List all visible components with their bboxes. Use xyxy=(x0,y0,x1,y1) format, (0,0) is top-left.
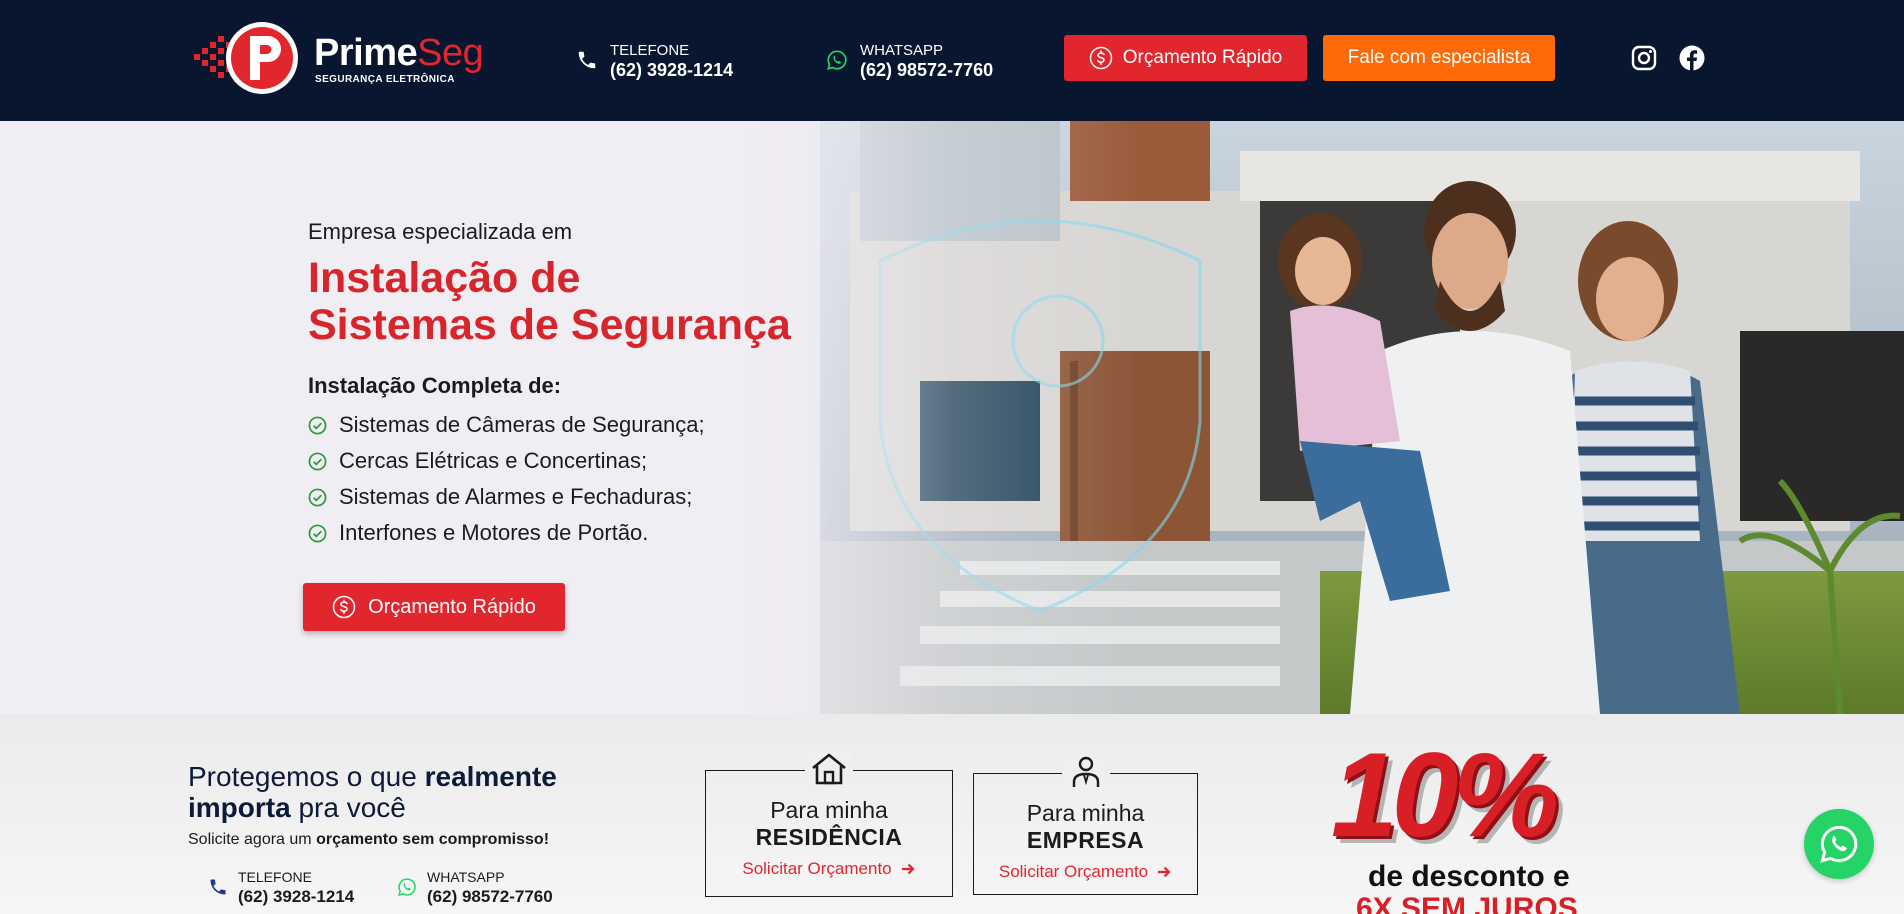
service-label: Cercas Elétricas e Concertinas; xyxy=(339,448,648,473)
hero-quote-label: Orçamento Rápido xyxy=(368,595,536,618)
strip-phone[interactable]: TELEFONE (62) 3928-1214 xyxy=(208,869,378,909)
whatsapp-icon xyxy=(398,878,416,896)
discount-line1: de desconto e xyxy=(1368,860,1570,893)
whatsapp-label: WHATSAPP xyxy=(860,42,944,59)
hero-subheading: Instalação Completa de: xyxy=(308,373,562,398)
whatsapp-float-button[interactable] xyxy=(1804,809,1874,879)
business-link-label: Solicitar Orçamento xyxy=(998,862,1149,881)
residence-link-label: Solicitar Orçamento xyxy=(742,859,892,878)
residence-icon-wrap xyxy=(805,751,853,787)
strip-whatsapp-label: WHATSAPP xyxy=(427,869,505,885)
specialist-label: Fale com especialista xyxy=(1347,47,1531,68)
business-icon-wrap xyxy=(1061,754,1110,790)
brand-name: PrimeSeg xyxy=(314,32,484,74)
strip-whatsapp[interactable]: WHATSAPP (62) 98572-7760 xyxy=(397,869,577,909)
strip-phone-number: (62) 3928-1214 xyxy=(238,887,355,906)
header-whatsapp[interactable]: WHATSAPP (62) 98572-7760 xyxy=(826,40,1006,82)
residence-card[interactable]: Para minha RESIDÊNCIA Solicitar Orçament… xyxy=(705,751,953,897)
header-phone[interactable]: TELEFONE (62) 3928-1214 xyxy=(576,40,756,82)
business-line1: Para minha xyxy=(1026,800,1145,826)
check-circle-icon xyxy=(308,524,327,543)
phone-icon xyxy=(578,51,596,69)
phone-number: (62) 3928-1214 xyxy=(610,60,734,80)
hero-kicker: Empresa especializada em xyxy=(308,219,573,244)
business-card[interactable]: Para minha EMPRESA Solicitar Orçamento xyxy=(973,754,1198,895)
residence-line1: Para minha xyxy=(770,797,888,823)
business-line2: EMPRESA xyxy=(1026,827,1145,853)
whatsapp-icon xyxy=(1820,825,1858,863)
headline-line-2: Sistemas de Segurança xyxy=(308,301,791,349)
headline-line-1: Instalação de xyxy=(308,254,581,302)
dollar-circle-icon xyxy=(1089,46,1113,70)
service-label: Sistemas de Alarmes e Fechaduras; xyxy=(339,484,693,509)
protect-text-a: Protegemos o que xyxy=(188,761,425,792)
whatsapp-number: (62) 98572-7760 xyxy=(860,60,994,80)
logo-mark-icon xyxy=(194,22,298,94)
protect-sub-b: orçamento sem compromisso! xyxy=(316,831,550,848)
arrow-right-icon xyxy=(901,863,915,875)
whatsapp-icon xyxy=(827,50,847,70)
list-item: Sistemas de Câmeras de Segurança; xyxy=(308,407,868,443)
protect-sub-a: Solicite agora um xyxy=(188,831,317,848)
strip-whatsapp-number: (62) 98572-7760 xyxy=(427,887,553,906)
list-item: Interfones e Motores de Portão. xyxy=(308,515,868,551)
hero-quote-button[interactable]: Orçamento Rápido xyxy=(303,583,565,631)
facebook-icon[interactable] xyxy=(1678,44,1706,72)
specialist-button[interactable]: Fale com especialista xyxy=(1323,35,1555,81)
strip-phone-label: TELEFONE xyxy=(238,869,312,885)
hero-copy: Empresa especializada em Instalação de S… xyxy=(308,219,868,551)
businessperson-icon xyxy=(1072,756,1099,787)
list-item: Sistemas de Alarmes e Fechaduras; xyxy=(308,479,868,515)
hero-banner: Empresa especializada em Instalação de S… xyxy=(0,121,1904,714)
phone-label: TELEFONE xyxy=(610,42,690,59)
residence-line2: RESIDÊNCIA xyxy=(755,824,903,850)
residence-quote-link[interactable]: Solicitar Orçamento xyxy=(706,859,952,879)
phone-icon xyxy=(210,879,226,895)
service-label: Sistemas de Câmeras de Segurança; xyxy=(339,412,705,437)
site-header: PrimeSeg SEGURANÇA ELETRÔNICA TELEFONE (… xyxy=(0,0,1904,121)
house-icon xyxy=(812,753,846,785)
brand-tagline: SEGURANÇA ELETRÔNICA xyxy=(315,74,455,85)
discount-line2: 6X SEM JUROS xyxy=(1356,892,1578,914)
check-circle-icon xyxy=(308,452,327,471)
header-quote-label: Orçamento Rápido xyxy=(1122,47,1283,68)
service-label: Interfones e Motores de Portão. xyxy=(339,520,649,545)
discount-percent: 10% xyxy=(1331,728,1559,862)
check-circle-icon xyxy=(308,488,327,507)
hero-headline: Instalação de Sistemas de Segurança xyxy=(308,255,868,349)
instagram-icon[interactable] xyxy=(1630,44,1658,72)
business-quote-link[interactable]: Solicitar Orçamento xyxy=(974,862,1197,882)
protect-text-b: realmente xyxy=(424,761,557,792)
header-quote-button[interactable]: Orçamento Rápido xyxy=(1064,35,1307,81)
protect-text-c: importa xyxy=(188,792,291,823)
protect-subtext: Solicite agora um orçamento sem compromi… xyxy=(188,831,549,849)
arrow-right-icon xyxy=(1158,866,1171,878)
dollar-circle-icon xyxy=(332,595,356,619)
primeseg-logo[interactable]: PrimeSeg SEGURANÇA ELETRÔNICA xyxy=(190,20,484,96)
protect-heading: Protegemos o que realmente importa pra v… xyxy=(188,761,608,823)
services-list: Sistemas de Câmeras de Segurança; Cercas… xyxy=(308,407,868,551)
protect-text-d: pra você xyxy=(290,792,406,823)
list-item: Cercas Elétricas e Concertinas; xyxy=(308,443,868,479)
check-circle-icon xyxy=(308,416,327,435)
hero-family-house-image xyxy=(0,121,1904,714)
